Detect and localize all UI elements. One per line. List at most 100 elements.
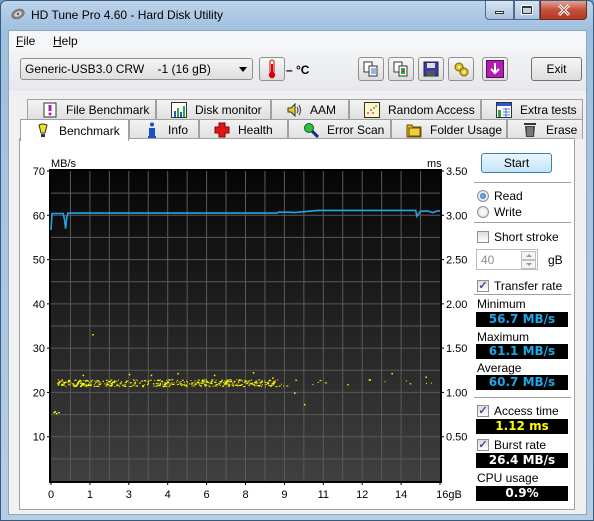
access-time-point [108,384,110,386]
access-time-point [179,384,181,386]
access-time-point [61,383,64,385]
window-title: HD Tune Pro 4.60 - Hard Disk Utility [31,8,224,22]
access-time-point [168,386,170,388]
start-button[interactable]: Start [481,153,552,173]
maximize-button[interactable] [514,1,540,20]
extra-tests-icon [496,101,512,118]
access-time-check[interactable]: ✓ [477,405,489,417]
tab-random-access[interactable]: Random Access [349,99,481,119]
tab-extra-tests[interactable]: Extra tests [481,99,583,119]
access-time-point [132,384,134,386]
short-stroke-value: 40 [481,253,495,267]
exit-button[interactable]: Exit [531,57,582,81]
tab-folder-usage[interactable]: Folder Usage [391,119,507,139]
drive-select[interactable]: Generic-USB3.0 CRW -1 (16 gB) [20,58,253,80]
access-time-point [205,382,207,384]
tab-erase[interactable]: Erase [507,119,583,139]
access-time-point [124,381,127,383]
read-radio-indicator[interactable] [477,190,489,202]
minimize-button[interactable] [485,1,514,20]
access-time-point [160,384,161,386]
copy-text-button[interactable] [358,57,384,81]
y-tick-label: 70 [33,166,45,178]
close-button[interactable] [540,1,587,20]
access-time-point [61,379,63,381]
tab-health[interactable]: Health [199,119,288,139]
read-radio[interactable]: Read [477,189,523,203]
tab-error-scan[interactable]: Error Scan [288,119,391,139]
access-time-point [94,380,96,382]
menu-help[interactable]: Help [53,34,78,48]
tab-file-benchmark[interactable]: File Benchmark [27,99,156,119]
spin-up-icon[interactable] [521,251,536,260]
short-stroke-checkbox[interactable]: Short stroke [477,230,559,244]
average-label: Average [477,361,522,375]
tab-extra-tests-label: Extra tests [520,102,577,117]
access-time-point [90,381,92,383]
access-time-point [264,382,267,383]
access-time-point [63,383,65,385]
x-tick-label: 14 [395,489,407,501]
access-time-point [74,379,77,381]
options-button[interactable] [448,57,474,81]
access-time-point [238,380,241,382]
access-time-point [83,379,85,381]
tab-aam[interactable]: AAM [271,99,349,119]
access-time-point [238,380,239,382]
access-time-point [75,385,77,387]
access-time-point [88,384,90,386]
tab-disk-monitor[interactable]: Disk monitor [156,99,271,119]
burst-rate-check[interactable]: ✓ [477,439,489,451]
x-tick-label: 9 [281,489,287,501]
maximize-icon [521,5,533,15]
access-time-point [426,382,427,384]
download-button[interactable] [482,57,508,81]
tab-benchmark[interactable]: Benchmark [20,119,129,141]
access-time-point [57,383,59,385]
title-bar[interactable]: HD Tune Pro 4.60 - Hard Disk Utility [1,1,593,29]
access-time-point [184,383,185,385]
menu-help-accel: H [53,34,62,48]
short-stroke-spinner[interactable]: 40 [476,249,538,270]
access-time-point [295,379,298,381]
tab-erase-label: Erase [546,122,578,137]
transfer-rate-checkbox[interactable]: ✓ Transfer rate [477,279,562,293]
access-time-point [312,384,314,386]
access-time-point [430,382,432,384]
access-time-point [117,379,119,381]
access-time-point [109,385,112,387]
access-time-point [391,372,393,375]
save-button[interactable] [418,57,444,81]
access-time-point [73,384,75,386]
access-time-checkbox[interactable]: ✓ Access time [477,404,559,418]
burst-rate-checkbox[interactable]: ✓ Burst rate [477,438,546,452]
access-time-point [214,385,217,387]
read-label: Read [494,189,523,203]
magnifier-icon [303,122,319,138]
y-axis-right-ticks: 3.50 3.00 2.50 2.00 1.50 1.00 0.50 [440,166,467,444]
x-tick-label: 0 [48,489,54,501]
write-radio-indicator[interactable] [477,206,489,218]
spin-down-icon[interactable] [521,260,536,269]
write-radio[interactable]: Write [477,205,522,219]
short-stroke-check[interactable] [477,231,489,243]
access-time-point [252,372,255,374]
access-time-point [135,379,137,381]
access-time-point [85,380,88,382]
access-time-point [242,380,243,382]
menu-file[interactable]: File [16,34,35,48]
transfer-rate-check[interactable]: ✓ [477,280,489,292]
access-time-point [238,379,241,381]
access-time-point [280,383,282,385]
copy-screenshot-button[interactable] [388,57,414,81]
access-time-point [197,382,200,384]
access-time-point [150,374,153,377]
access-time-point [165,383,167,385]
temperature-button[interactable] [259,57,285,81]
y-tick-label: 30 [33,343,45,355]
access-time-point [226,382,228,384]
access-time-point [215,379,217,381]
tab-info[interactable]: Info [129,119,199,139]
access-time-point [155,383,158,385]
cpu-usage-label: CPU usage [477,471,539,485]
